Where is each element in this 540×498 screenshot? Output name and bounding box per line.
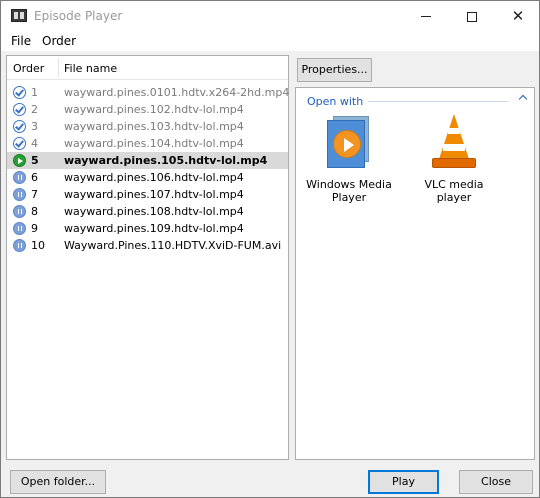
maximize-button[interactable] — [449, 1, 495, 31]
minimize-button[interactable] — [403, 1, 449, 31]
row-order: 5 — [31, 154, 39, 167]
checkmark-icon — [13, 137, 26, 150]
row-file-name: wayward.pines.108.hdtv-lol.mp4 — [64, 205, 244, 218]
vlc-icon — [428, 114, 480, 170]
row-order: 7 — [31, 188, 38, 201]
group-divider — [368, 101, 508, 102]
collapse-chevron-icon[interactable] — [518, 93, 528, 103]
column-header-order[interactable]: Order — [13, 62, 44, 75]
checkmark-icon — [13, 120, 26, 133]
checkmark-icon — [13, 86, 26, 99]
list-item[interactable]: 6 wayward.pines.106.hdtv-lol.mp4 — [7, 169, 288, 186]
list-header: Order File name — [7, 56, 288, 80]
list-item[interactable]: 10 Wayward.Pines.110.HDTV.XviD-FUM.avi — [7, 237, 288, 254]
row-file-name: wayward.pines.102.hdtv-lol.mp4 — [64, 103, 244, 116]
episode-player-window: Episode Player ✕ File Order Order File n… — [0, 0, 540, 498]
maximize-icon — [467, 11, 477, 22]
open-with-panel: Open with Windows Media Player VLC media… — [295, 87, 535, 460]
row-file-name: Wayward.Pines.110.HDTV.XviD-FUM.avi — [64, 239, 282, 252]
properties-button[interactable]: Properties... — [297, 58, 372, 82]
list-item[interactable]: 1 wayward.pines.0101.hdtv.x264-2hd.mp4 — [7, 84, 290, 101]
close-window-button[interactable]: ✕ — [495, 1, 539, 31]
minimize-icon — [421, 16, 431, 17]
pause-icon — [13, 239, 26, 252]
episode-list[interactable]: Order File name 1 wayward.pines.0101.hdtv… — [6, 55, 289, 460]
menu-order[interactable]: Order — [42, 34, 76, 48]
pause-icon — [13, 222, 26, 235]
close-icon: ✕ — [511, 7, 525, 25]
play-button[interactable]: Play — [368, 470, 439, 494]
row-file-name: wayward.pines.103.hdtv-lol.mp4 — [64, 120, 244, 133]
app-label: VLC media player — [424, 178, 484, 204]
play-icon — [13, 154, 26, 167]
checkmark-icon — [13, 103, 26, 116]
row-order: 10 — [31, 239, 45, 252]
row-order: 9 — [31, 222, 38, 235]
row-order: 1 — [31, 86, 38, 99]
column-separator[interactable] — [58, 58, 59, 78]
row-file-name: wayward.pines.107.hdtv-lol.mp4 — [64, 188, 244, 201]
row-file-name: wayward.pines.106.hdtv-lol.mp4 — [64, 171, 244, 184]
pause-icon — [13, 188, 26, 201]
app-tile-vlc-media-player[interactable]: VLC media player — [409, 112, 499, 212]
list-item[interactable]: 2 wayward.pines.102.hdtv-lol.mp4 — [7, 101, 288, 118]
list-item[interactable]: 3 wayward.pines.103.hdtv-lol.mp4 — [7, 118, 288, 135]
pause-icon — [13, 171, 26, 184]
title-bar[interactable]: Episode Player ✕ — [1, 1, 539, 31]
row-order: 4 — [31, 137, 38, 150]
row-order: 6 — [31, 171, 38, 184]
row-order: 3 — [31, 120, 38, 133]
row-file-name: wayward.pines.0101.hdtv.x264-2hd.mp4 — [64, 86, 290, 99]
list-item[interactable]: 7 wayward.pines.107.hdtv-lol.mp4 — [7, 186, 288, 203]
windows-media-player-icon — [323, 114, 375, 170]
list-item[interactable]: 4 wayward.pines.104.hdtv-lol.mp4 — [7, 135, 288, 152]
app-label: Windows Media Player — [306, 178, 392, 204]
open-with-header: Open with — [307, 95, 364, 108]
app-tile-windows-media-player[interactable]: Windows Media Player — [304, 112, 394, 212]
list-item[interactable]: 8 wayward.pines.108.hdtv-lol.mp4 — [7, 203, 288, 220]
list-item[interactable]: 5 wayward.pines.105.hdtv-lol.mp4 — [7, 152, 288, 169]
column-header-file-name[interactable]: File name — [64, 62, 117, 75]
row-order: 8 — [31, 205, 38, 218]
list-rows: 1 wayward.pines.0101.hdtv.x264-2hd.mp4 2 wa… — [7, 84, 290, 254]
close-button[interactable]: Close — [459, 470, 533, 494]
open-folder-button[interactable]: Open folder... — [10, 470, 106, 494]
menu-file[interactable]: File — [11, 34, 31, 48]
window-title: Episode Player — [34, 9, 123, 23]
list-item[interactable]: 9 wayward.pines.109.hdtv-lol.mp4 — [7, 220, 288, 237]
app-icon — [11, 9, 27, 22]
row-file-name: wayward.pines.105.hdtv-lol.mp4 — [64, 154, 268, 167]
pause-icon — [13, 205, 26, 218]
row-file-name: wayward.pines.104.hdtv-lol.mp4 — [64, 137, 244, 150]
row-file-name: wayward.pines.109.hdtv-lol.mp4 — [64, 222, 244, 235]
row-order: 2 — [31, 103, 38, 116]
menu-bar: File Order — [1, 31, 539, 51]
